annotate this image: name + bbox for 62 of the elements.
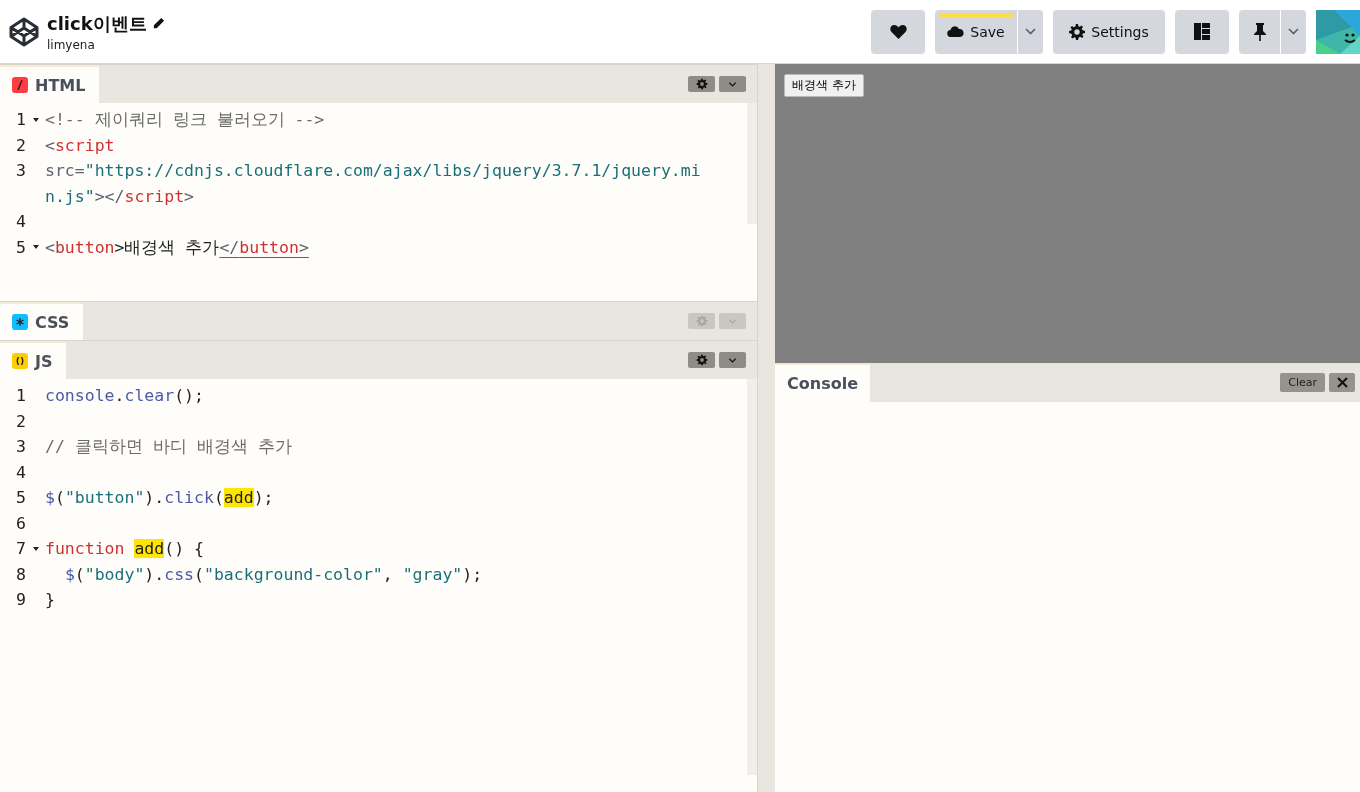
caret-icon xyxy=(1288,28,1299,35)
line-number: 1 xyxy=(15,109,26,131)
editor-settings-button[interactable] xyxy=(688,76,715,92)
gear-icon xyxy=(695,315,708,327)
code-line: $("button").click(add); xyxy=(45,487,275,509)
code-line: function add() { xyxy=(45,538,205,560)
console-tab[interactable]: Console xyxy=(775,363,870,402)
preview-button[interactable]: 배경색 추가 xyxy=(784,74,864,97)
close-button[interactable] xyxy=(1329,373,1355,392)
fold-icon[interactable] xyxy=(32,117,39,122)
heart-icon xyxy=(889,24,907,39)
settings-button[interactable]: Settings xyxy=(1053,9,1165,54)
gear-icon xyxy=(695,354,708,366)
heart-button[interactable] xyxy=(871,9,925,54)
fold-icon[interactable] xyxy=(32,245,39,250)
line-number: 1 xyxy=(15,385,26,407)
avatar[interactable] xyxy=(1316,9,1360,54)
code-line: <button>배경색 추가</button> xyxy=(45,236,310,259)
editor-tab[interactable]: JS xyxy=(0,341,67,379)
code-line: <script xyxy=(45,134,116,157)
line-number: 4 xyxy=(15,211,26,233)
line-number: 3 xyxy=(15,436,26,458)
line-number: 9 xyxy=(15,589,26,611)
line-number: 4 xyxy=(15,461,26,484)
fold-icon[interactable] xyxy=(32,546,39,551)
editor-settings-button[interactable] xyxy=(688,352,715,368)
cube-logo-icon[interactable] xyxy=(8,15,40,48)
code-line: <!-- 제이쿼리 링크 불러오기 --> xyxy=(45,109,326,131)
scrollbar[interactable] xyxy=(747,379,757,775)
line-number: 6 xyxy=(15,512,26,535)
author-name[interactable]: limyena xyxy=(47,37,165,52)
pen-title: click이벤트 xyxy=(47,11,147,36)
line-number: 3 xyxy=(15,160,26,182)
close-icon xyxy=(1336,377,1348,388)
code-line: } xyxy=(45,589,56,611)
code-line: $("body").css("background-color", "gray"); xyxy=(63,563,484,586)
line-number: 2 xyxy=(15,410,26,433)
line-number: 5 xyxy=(15,236,26,259)
line-number: 2 xyxy=(15,134,26,157)
save-button[interactable]: Save xyxy=(935,9,1017,54)
code-line: console.clear(); xyxy=(45,385,205,407)
code-line: // 클릭하면 바디 배경색 추가 xyxy=(45,436,293,458)
cloud-icon xyxy=(947,26,965,37)
pin-icon xyxy=(1253,22,1266,41)
pencil-icon[interactable] xyxy=(151,17,165,30)
scrollbar[interactable] xyxy=(747,103,757,224)
layout-icon xyxy=(1194,23,1210,40)
editor-tab[interactable]: CSS xyxy=(0,302,84,340)
editor-collapse-button[interactable] xyxy=(719,76,746,92)
code-line: src="https://cdnjs.cloudflare.com/ajax/libs/jquery/3.7.1/jquery.min.js"></script> xyxy=(45,160,702,208)
layout-button[interactable] xyxy=(1175,9,1229,54)
clear-button[interactable]: Clear xyxy=(1280,373,1325,392)
line-number: 7 xyxy=(15,538,26,560)
caret-icon xyxy=(1025,28,1036,35)
line-number: 8 xyxy=(15,563,26,586)
editor-collapse-button[interactable] xyxy=(719,352,746,368)
editor-tab[interactable]: HTML xyxy=(0,65,100,103)
save-menu-button[interactable] xyxy=(1017,9,1043,54)
gear-icon xyxy=(1069,23,1086,40)
line-number: 5 xyxy=(15,487,26,509)
pin-button[interactable] xyxy=(1239,9,1280,54)
gear-icon xyxy=(695,78,708,90)
